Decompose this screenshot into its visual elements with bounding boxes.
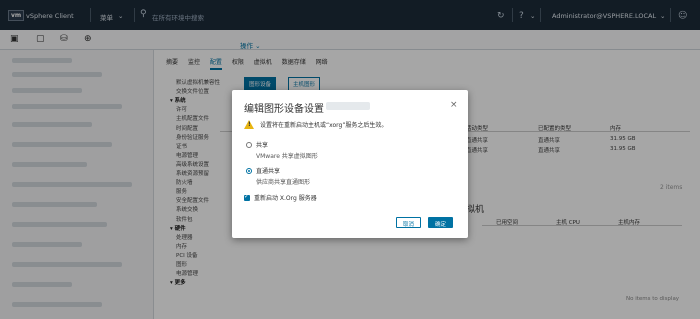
radio-label: 共享 — [256, 142, 269, 149]
radio-label: 直通共享 — [256, 168, 281, 175]
checkbox-label: 重新启动 X.Org 服务器 — [254, 195, 317, 202]
edit-graphics-dialog: 编辑图形设备设置 × 设置将在重新启动主机或“xorg”服务之后生效。 共享 V… — [232, 90, 468, 238]
ok-button[interactable]: 确定 — [428, 217, 454, 228]
warning-icon — [244, 120, 254, 129]
cancel-button[interactable]: 取消 — [396, 217, 422, 228]
checkbox[interactable] — [244, 193, 250, 201]
warning-text: 设置将在重新启动主机或“xorg”服务之后生效。 — [260, 122, 388, 129]
restart-xorg-checkbox[interactable]: 重新启动 X.Org 服务器 — [244, 193, 317, 202]
radio-direct[interactable]: 直通共享 — [246, 166, 280, 175]
radio-button[interactable] — [246, 167, 252, 174]
close-icon[interactable]: × — [450, 100, 458, 110]
radio-description: 供应商共享直通图形 — [256, 179, 311, 186]
radio-shared[interactable]: 共享 — [246, 140, 268, 149]
radio-description: VMware 共享虚拟图形 — [256, 153, 318, 160]
warning-message: 设置将在重新启动主机或“xorg”服务之后生效。 — [244, 120, 387, 129]
dialog-title-object — [326, 102, 370, 110]
dialog-title: 编辑图形设备设置 — [244, 104, 324, 115]
radio-button[interactable] — [246, 141, 252, 148]
